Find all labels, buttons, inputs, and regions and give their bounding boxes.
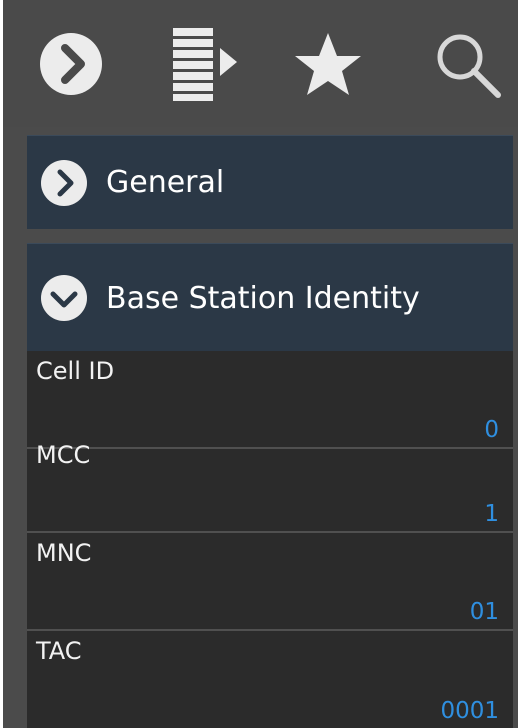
field-row-mcc[interactable]: MCC 1: [27, 435, 513, 533]
search-icon: [437, 34, 501, 98]
section-general-header[interactable]: General: [27, 135, 513, 229]
list-play-icon: [173, 27, 237, 101]
expand-button[interactable]: [3, 0, 138, 127]
section-base-station-label: Base Station Identity: [106, 280, 420, 316]
toolbar: [3, 0, 518, 127]
list-play-button[interactable]: [138, 0, 268, 127]
favorites-button[interactable]: [268, 0, 388, 127]
chevron-down-circle-icon: [40, 274, 88, 322]
star-icon: [295, 32, 361, 95]
field-value: 01: [469, 599, 499, 625]
field-label: Cell ID: [36, 357, 115, 385]
field-value: 1: [484, 501, 499, 527]
field-label: TAC: [36, 637, 82, 665]
chevron-right-circle-icon: [40, 159, 88, 207]
section-general-label: General: [106, 165, 225, 200]
field-label: MCC: [36, 441, 91, 469]
field-value: 0001: [440, 698, 499, 724]
field-row-mnc[interactable]: MNC 01: [27, 533, 513, 631]
chevron-right-circle-icon: [39, 32, 102, 95]
field-row-tac[interactable]: TAC 0001: [27, 631, 513, 728]
base-station-fields: Cell ID 0 MCC 1 MNC 01 TAC 0001: [27, 351, 513, 728]
section-base-station-header[interactable]: Base Station Identity: [27, 243, 513, 352]
search-button[interactable]: [388, 0, 518, 127]
field-label: MNC: [36, 539, 92, 567]
side-panel: General Base Station Identity Cell ID 0 …: [3, 0, 518, 728]
